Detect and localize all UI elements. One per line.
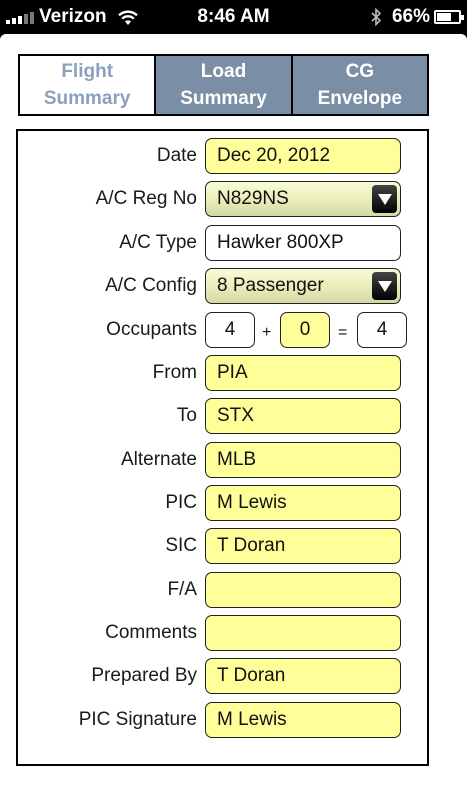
row-from: From PIA xyxy=(18,355,427,391)
row-sic: SIC T Doran xyxy=(18,528,427,564)
ac-type-field[interactable]: Hawker 800XP xyxy=(205,225,401,261)
fa-field[interactable] xyxy=(205,572,401,608)
to-field[interactable]: STX xyxy=(205,398,401,434)
occupants-crew-field[interactable]: 4 xyxy=(205,312,255,348)
occupants-extra-field[interactable]: 0 xyxy=(280,312,330,348)
status-bar: Verizon 8:46 AM 66% xyxy=(0,0,467,34)
ac-config-select[interactable]: 8 Passenger xyxy=(205,268,401,304)
row-prepared-by: Prepared By T Doran xyxy=(18,658,427,694)
row-comments: Comments xyxy=(18,615,427,651)
pic-signature-label: PIC Signature xyxy=(78,709,197,730)
row-alternate: Alternate MLB xyxy=(18,442,427,478)
app-screen: Flight Summary Load Summary CG Envelope … xyxy=(0,34,467,800)
tab-bar: Flight Summary Load Summary CG Envelope xyxy=(18,54,429,116)
row-pic: PIC M Lewis xyxy=(18,485,427,521)
row-fa: F/A xyxy=(18,572,427,608)
status-right: 66% xyxy=(371,4,464,30)
from-label: From xyxy=(152,362,197,383)
occupants-total-field: 4 xyxy=(357,312,407,348)
alternate-label: Alternate xyxy=(120,449,197,470)
dropdown-arrow-icon[interactable] xyxy=(372,272,397,300)
pic-label: PIC xyxy=(165,492,197,513)
prepared-by-field[interactable]: T Doran xyxy=(205,658,401,694)
pic-signature-field[interactable]: M Lewis xyxy=(205,702,401,738)
date-field[interactable]: Dec 20, 2012 xyxy=(205,138,401,174)
row-ac-type: A/C Type Hawker 800XP xyxy=(18,225,427,261)
battery-icon xyxy=(434,10,464,24)
comments-label: Comments xyxy=(105,622,197,643)
tab-load-summary[interactable]: Load Summary xyxy=(154,56,291,114)
tab-cg-envelope[interactable]: CG Envelope xyxy=(290,56,427,114)
ac-reg-no-select[interactable]: N829NS xyxy=(205,181,401,217)
bluetooth-icon xyxy=(371,8,382,26)
ac-config-label: A/C Config xyxy=(105,275,197,296)
ac-type-label: A/C Type xyxy=(119,232,197,253)
row-occupants: Occupants 4 + 0 = 4 xyxy=(18,312,427,348)
fa-label: F/A xyxy=(167,579,197,600)
ac-reg-no-label: A/C Reg No xyxy=(95,188,197,209)
plus-sign: + xyxy=(262,324,272,341)
pic-field[interactable]: M Lewis xyxy=(205,485,401,521)
row-ac-reg-no: A/C Reg No N829NS xyxy=(18,181,427,217)
date-label: Date xyxy=(156,145,197,166)
from-field[interactable]: PIA xyxy=(205,355,401,391)
tab-flight-summary[interactable]: Flight Summary xyxy=(20,56,155,114)
row-pic-signature: PIC Signature M Lewis xyxy=(18,702,427,738)
battery-percentage: 66% xyxy=(391,6,430,27)
sic-label: SIC xyxy=(165,535,197,556)
sic-field[interactable]: T Doran xyxy=(205,528,401,564)
row-to: To STX xyxy=(18,398,427,434)
alternate-field[interactable]: MLB xyxy=(205,442,401,478)
row-date: Date Dec 20, 2012 xyxy=(18,138,427,174)
dropdown-arrow-icon[interactable] xyxy=(372,185,397,213)
battery-fill xyxy=(437,13,451,21)
comments-field[interactable] xyxy=(205,615,401,651)
ac-reg-no-value: N829NS xyxy=(217,188,289,209)
to-label: To xyxy=(176,405,197,426)
ac-config-value: 8 Passenger xyxy=(217,275,324,296)
flight-summary-form: Date Dec 20, 2012 A/C Reg No N829NS A/C … xyxy=(16,129,429,766)
equals-sign: = xyxy=(338,324,348,341)
occupants-label: Occupants xyxy=(106,319,197,340)
prepared-by-label: Prepared By xyxy=(91,665,197,686)
row-ac-config: A/C Config 8 Passenger xyxy=(18,268,427,304)
